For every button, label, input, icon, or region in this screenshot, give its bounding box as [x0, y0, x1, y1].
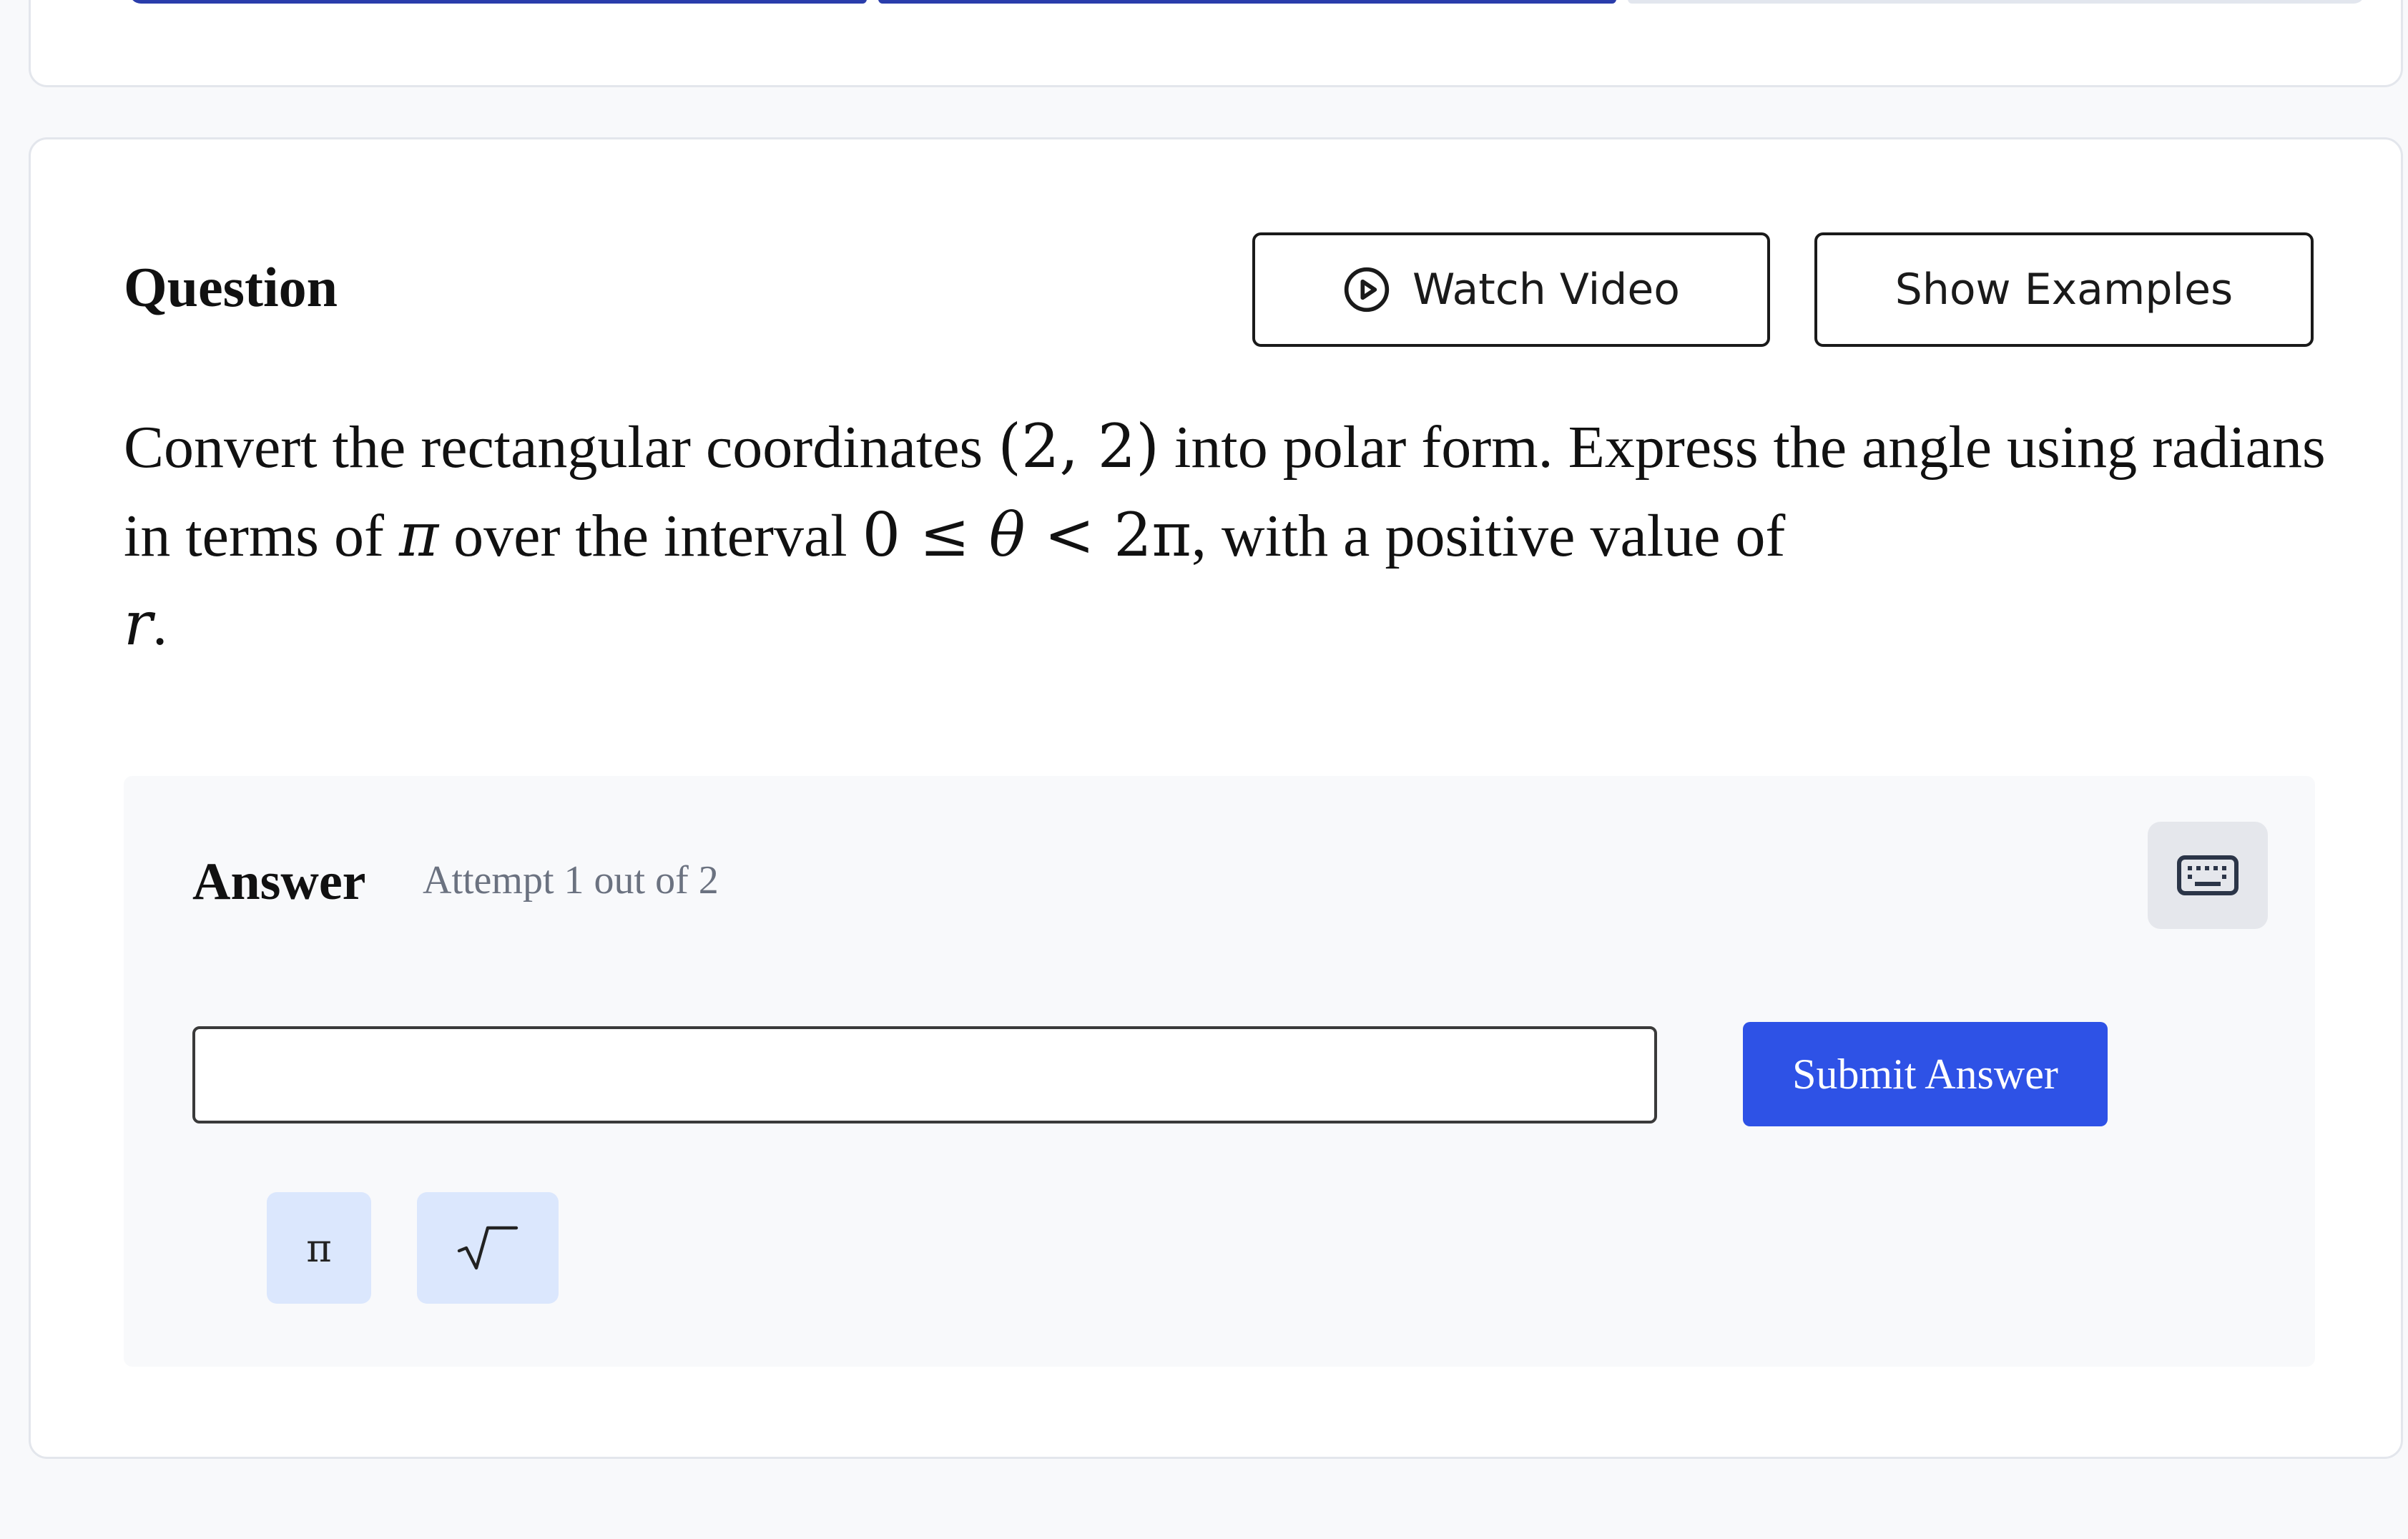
r-variable: r	[124, 589, 153, 659]
insert-square-root-button[interactable]	[417, 1192, 559, 1304]
progress-bar	[129, 0, 2365, 4]
square-root-icon	[457, 1226, 519, 1270]
question-text-part: , with a positive value of	[1191, 503, 1786, 569]
question-text-end: .	[152, 591, 168, 658]
show-examples-label: Show Examples	[1895, 265, 2233, 315]
question-text: Convert the rectangular coordinates (2, …	[124, 403, 2326, 669]
answer-panel: Answer Attempt 1 out of 2 Submit Answer …	[124, 776, 2315, 1367]
progress-card	[29, 0, 2403, 87]
interval-end-math: < 2π	[1025, 500, 1191, 570]
submit-answer-button[interactable]: Submit Answer	[1743, 1022, 2108, 1126]
pi-symbol: π	[398, 500, 439, 570]
progress-segment-1	[129, 0, 868, 4]
insert-pi-button[interactable]: π	[267, 1192, 371, 1304]
coordinates-math: (2, 2)	[998, 411, 1160, 481]
answer-input[interactable]	[192, 1026, 1657, 1123]
question-card: Question Watch Video Show Examples Conve…	[29, 137, 2403, 1459]
pi-icon: π	[306, 1225, 332, 1271]
answer-title: Answer	[192, 852, 366, 911]
question-text-part: Convert the rectangular coordinates	[124, 414, 998, 481]
keyboard-toggle-button[interactable]	[2148, 822, 2268, 929]
theta-symbol: θ	[988, 500, 1026, 570]
attempt-counter: Attempt 1 out of 2	[423, 858, 719, 903]
play-circle-icon	[1344, 267, 1390, 313]
keyboard-icon	[2177, 855, 2239, 895]
show-examples-button[interactable]: Show Examples	[1814, 232, 2314, 347]
question-text-part: over the interval	[438, 503, 863, 569]
watch-video-button[interactable]: Watch Video	[1252, 232, 1770, 347]
watch-video-label: Watch Video	[1412, 265, 1680, 315]
interval-start-math: 0 ≤	[862, 500, 989, 570]
question-title: Question	[124, 256, 338, 318]
progress-segment-3	[1627, 0, 2365, 4]
progress-segment-2	[878, 0, 1616, 4]
